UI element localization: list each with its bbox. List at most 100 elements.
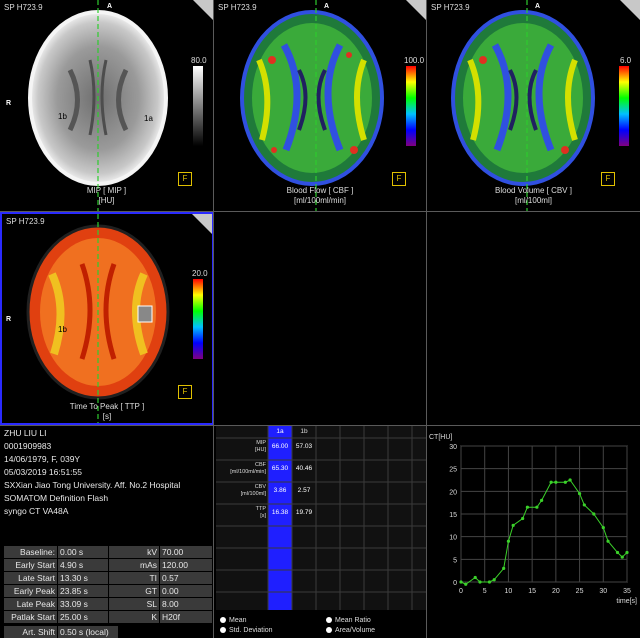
- param-value[interactable]: 0.00: [160, 585, 212, 597]
- legend-std-deviation[interactable]: Std. Deviation: [220, 627, 273, 634]
- institution: SXXian Jiao Tong University. Aff. No.2 H…: [4, 480, 181, 490]
- param-value[interactable]: 13.30 s: [58, 572, 108, 584]
- corner-fold-icon[interactable]: [406, 0, 426, 20]
- fbox-icon[interactable]: F: [601, 172, 615, 186]
- x-tick-label: 35: [623, 588, 631, 595]
- table-cell: 65.30: [271, 465, 289, 472]
- param-label: mAs: [109, 559, 159, 571]
- data-point[interactable]: [615, 550, 620, 555]
- param-value[interactable]: H20f: [160, 611, 212, 623]
- table-row-label: MIP [HU]: [255, 440, 266, 453]
- y-axis-label: CT[HU]: [429, 434, 452, 441]
- param-value[interactable]: 4.90 s: [58, 559, 108, 571]
- viewport-empty-1[interactable]: [215, 212, 426, 425]
- param-value[interactable]: 25.00 s: [58, 611, 108, 623]
- fbox-icon[interactable]: F: [178, 172, 192, 186]
- patient-info: ZHU LIU LI 0001909983 14/06/1979, F, 039…: [4, 427, 180, 518]
- data-point[interactable]: [502, 566, 506, 570]
- param-value[interactable]: 0.57: [160, 572, 212, 584]
- param-label: Baseline:: [4, 546, 57, 558]
- radio-icon: [326, 627, 332, 633]
- roi-label-1b: 1b: [58, 112, 67, 121]
- colorbar-max: 6.0: [620, 56, 632, 65]
- data-point[interactable]: [478, 580, 482, 584]
- colorbar-max: 20.0: [192, 269, 208, 278]
- corner-fold-icon[interactable]: [192, 214, 212, 234]
- data-point[interactable]: [540, 498, 544, 502]
- legend-label: Area/Volume: [335, 627, 376, 634]
- study-date: 05/03/2019 16:51:55: [4, 467, 82, 477]
- data-point[interactable]: [582, 503, 586, 507]
- param-value[interactable]: 33.09 s: [58, 598, 108, 610]
- table-row-label: CBV [ml/100ml]: [240, 484, 266, 497]
- data-point[interactable]: [601, 526, 605, 530]
- data-point[interactable]: [464, 582, 468, 586]
- param-label: SL: [109, 598, 159, 610]
- legend-area-volume[interactable]: Area/Volume: [326, 627, 375, 634]
- param-value[interactable]: 23.85 s: [58, 585, 108, 597]
- data-point[interactable]: [487, 580, 492, 584]
- table-col-header-1b[interactable]: 1b: [292, 426, 316, 438]
- fbox-icon[interactable]: F: [178, 385, 192, 399]
- patient-name: ZHU LIU LI: [4, 428, 47, 438]
- data-point[interactable]: [563, 480, 567, 484]
- viewport-label: SP H723.9: [4, 3, 43, 12]
- data-point[interactable]: [525, 505, 529, 509]
- time-density-chart[interactable]: 0 5 10 15 20 25 30 0 5 10 15 20 25 30 35 CT[HU] time[s]: [427, 426, 640, 638]
- viewport-ttp[interactable]: SP H723.9 R 1b 20.0 F Time To Peak [ TTP…: [0, 212, 214, 425]
- data-point[interactable]: [577, 492, 582, 496]
- param-row: Patlak Start 25.00 s K H20f: [4, 611, 212, 623]
- scanner-model: SOMATOM Definition Flash: [4, 493, 109, 503]
- data-point[interactable]: [625, 550, 629, 555]
- data-point[interactable]: [492, 578, 496, 582]
- corner-fold-icon[interactable]: [620, 0, 640, 20]
- param-value[interactable]: 120.00: [160, 559, 212, 571]
- param-row: Late Peak 33.09 s SL 8.00: [4, 598, 212, 610]
- caption-line-1: Blood Volume [ CBV ]: [495, 186, 572, 195]
- data-point[interactable]: [535, 505, 539, 509]
- param-value[interactable]: 0.00 s: [58, 546, 108, 558]
- data-point[interactable]: [511, 523, 515, 527]
- data-point[interactable]: [620, 555, 624, 559]
- data-point[interactable]: [554, 480, 558, 484]
- corner-fold-icon[interactable]: [193, 0, 213, 20]
- data-point[interactable]: [606, 539, 610, 543]
- legend-mean[interactable]: Mean: [220, 617, 247, 624]
- orientation-left: R: [6, 100, 12, 107]
- data-point[interactable]: [592, 512, 596, 516]
- data-point[interactable]: [521, 516, 525, 521]
- data-point[interactable]: [506, 539, 511, 543]
- legend-label: Mean: [229, 617, 247, 624]
- viewport-mip[interactable]: SP H723.9 A R 1b 1a 80.0 F MIP [ MIP ] […: [0, 0, 213, 211]
- patient-dob: 14/06/1979, F, 039Y: [4, 454, 81, 464]
- chart-svg: 0 5 10 15 20 25 30 0 5 10 15 20 25 30 35 CT[HU] time[s]: [429, 434, 637, 605]
- param-label: GT: [109, 585, 159, 597]
- fbox-icon[interactable]: F: [392, 172, 406, 186]
- y-tick-label: 5: [453, 557, 457, 564]
- param-value[interactable]: 8.00: [160, 598, 212, 610]
- data-point[interactable]: [568, 478, 572, 482]
- data-point[interactable]: [549, 480, 553, 484]
- data-point[interactable]: [459, 580, 463, 584]
- art-shift-label: Art. Shift: [4, 626, 57, 638]
- param-label: K: [109, 611, 159, 623]
- y-tick-label: 15: [449, 512, 457, 519]
- param-row: Late Start 13.30 s TI 0.57: [4, 572, 212, 584]
- divider: [213, 0, 214, 638]
- data-point[interactable]: [473, 575, 477, 580]
- y-tick-label: 25: [449, 467, 457, 474]
- param-value[interactable]: 70.00: [160, 546, 212, 558]
- param-row: Early Peak 23.85 s GT 0.00: [4, 585, 212, 597]
- table-col-header-1a[interactable]: 1a: [268, 426, 292, 438]
- art-shift-value[interactable]: 0.50 s (local): [58, 626, 118, 638]
- viewport-empty-2[interactable]: [427, 212, 640, 425]
- y-tick-label: 0: [453, 580, 457, 587]
- viewport-cbv[interactable]: SP H723.9 A 6.0 F Blood Volume [ CBV ] […: [427, 0, 640, 211]
- art-shift-row[interactable]: Art. Shift 0.50 s (local): [4, 626, 212, 638]
- viewport-caption: Blood Volume [ CBV ] [ml/100ml]: [427, 186, 640, 206]
- param-label: TI: [109, 572, 159, 584]
- viewport-cbf[interactable]: SP H723.9 A 100.0 F Blood Flow [ CBF ] […: [214, 0, 426, 211]
- table-cell: 3.86: [273, 487, 287, 494]
- legend-mean-ratio[interactable]: Mean Ratio: [326, 617, 371, 624]
- caption-line-2: [HU]: [98, 196, 115, 205]
